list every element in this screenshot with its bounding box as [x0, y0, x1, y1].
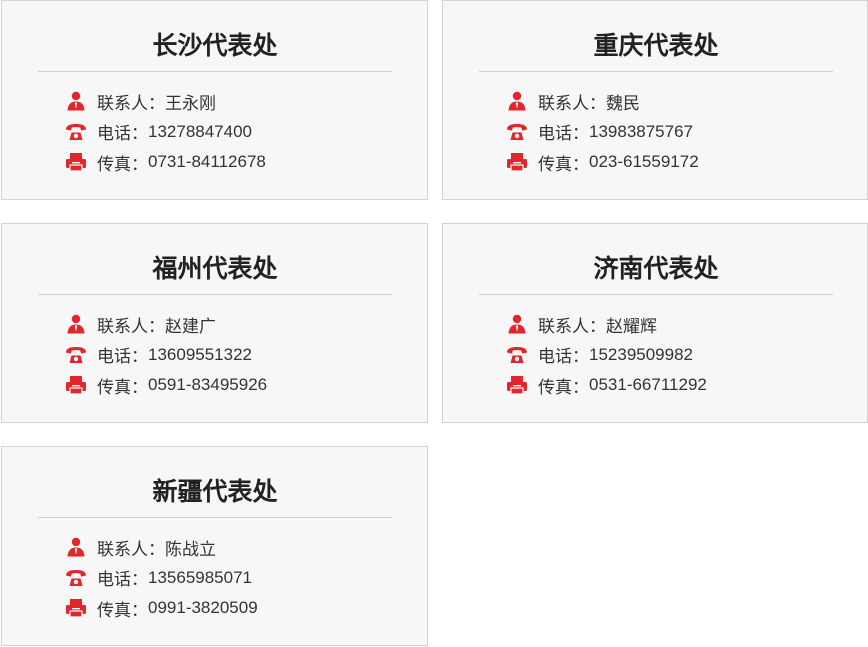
fax-number: 0731-84112678: [148, 152, 266, 172]
fax-label: 传真：: [97, 154, 148, 175]
contact-name: 赵建广: [165, 316, 216, 336]
phone-number[interactable]: 13609551322: [148, 345, 252, 365]
fax-icon: [506, 152, 528, 172]
phone-icon: [506, 122, 528, 142]
office-card: 重庆代表处 联系人： 魏民 电话： 13983875767 传真： 023-61559…: [442, 0, 868, 200]
office-card: 新疆代表处 联系人： 陈战立 电话： 13565985071 传真： 0991-382…: [1, 446, 428, 646]
fax-number: 0591-83495926: [148, 375, 268, 395]
phone-row: 电话： 13278847400: [65, 117, 266, 148]
phone-icon: [506, 345, 528, 365]
fax-number: 023-61559172: [589, 152, 699, 172]
phone-label: 电话：: [97, 570, 148, 591]
fax-number: 0991-3820509: [148, 598, 258, 618]
office-title: 重庆代表处: [479, 25, 833, 72]
fax-number: 0531-66711292: [589, 375, 707, 395]
fax-label: 传真：: [97, 600, 148, 621]
phone-row: 电话： 13983875767: [506, 117, 699, 148]
fax-row: 传真： 0591-83495926: [65, 370, 267, 401]
contact-label: 联系人：: [97, 316, 165, 337]
fax-row: 传真： 0991-3820509: [65, 593, 258, 624]
person-icon: [506, 91, 528, 111]
office-card: 福州代表处 联系人： 赵建广 电话： 13609551322 传真： 0591-834…: [1, 223, 428, 423]
contact-row: 联系人： 魏民: [506, 86, 699, 117]
phone-icon: [65, 122, 87, 142]
fax-icon: [65, 598, 87, 618]
fax-icon: [65, 375, 87, 395]
office-card: 长沙代表处 联系人： 王永刚 电话： 13278847400 传真： 0731-841…: [1, 0, 428, 200]
fax-row: 传真： 023-61559172: [506, 147, 699, 178]
fax-icon: [506, 375, 528, 395]
contact-name: 王永刚: [165, 93, 216, 113]
phone-number[interactable]: 13565985071: [148, 568, 252, 588]
person-icon: [65, 537, 87, 557]
contact-name: 魏民: [606, 93, 640, 113]
fax-label: 传真：: [538, 154, 589, 175]
contact-row: 联系人： 赵建广: [65, 309, 267, 340]
fax-icon: [65, 152, 87, 172]
person-icon: [65, 314, 87, 334]
phone-row: 电话： 13565985071: [65, 563, 258, 594]
fax-label: 传真：: [97, 377, 148, 398]
fax-row: 传真： 0531-66711292: [506, 370, 707, 401]
contact-row: 联系人： 王永刚: [65, 86, 266, 117]
phone-label: 电话：: [97, 347, 148, 368]
office-grid: 长沙代表处 联系人： 王永刚 电话： 13278847400 传真： 0731-841…: [0, 0, 868, 647]
contact-name: 赵耀辉: [606, 316, 657, 336]
phone-number[interactable]: 13983875767: [589, 122, 693, 142]
phone-row: 电话： 13609551322: [65, 340, 267, 371]
phone-number[interactable]: 13278847400: [148, 122, 252, 142]
contact-name: 陈战立: [165, 539, 216, 559]
office-title: 长沙代表处: [38, 25, 392, 72]
phone-row: 电话： 15239509982: [506, 340, 707, 371]
contact-label: 联系人：: [97, 93, 165, 114]
contact-label: 联系人：: [538, 93, 606, 114]
person-icon: [506, 314, 528, 334]
office-card: 济南代表处 联系人： 赵耀辉 电话： 15239509982 传真： 0531-667…: [442, 223, 868, 423]
office-title: 福州代表处: [38, 248, 392, 295]
contact-label: 联系人：: [97, 539, 165, 560]
phone-label: 电话：: [538, 347, 589, 368]
fax-row: 传真： 0731-84112678: [65, 147, 266, 178]
contact-label: 联系人：: [538, 316, 606, 337]
phone-icon: [65, 345, 87, 365]
person-icon: [65, 91, 87, 111]
phone-label: 电话：: [538, 124, 589, 145]
contact-row: 联系人： 陈战立: [65, 532, 258, 563]
phone-icon: [65, 568, 87, 588]
office-title: 新疆代表处: [38, 471, 392, 518]
phone-number[interactable]: 15239509982: [589, 345, 693, 365]
office-title: 济南代表处: [479, 248, 833, 295]
phone-label: 电话：: [97, 124, 148, 145]
fax-label: 传真：: [538, 377, 589, 398]
contact-row: 联系人： 赵耀辉: [506, 309, 707, 340]
